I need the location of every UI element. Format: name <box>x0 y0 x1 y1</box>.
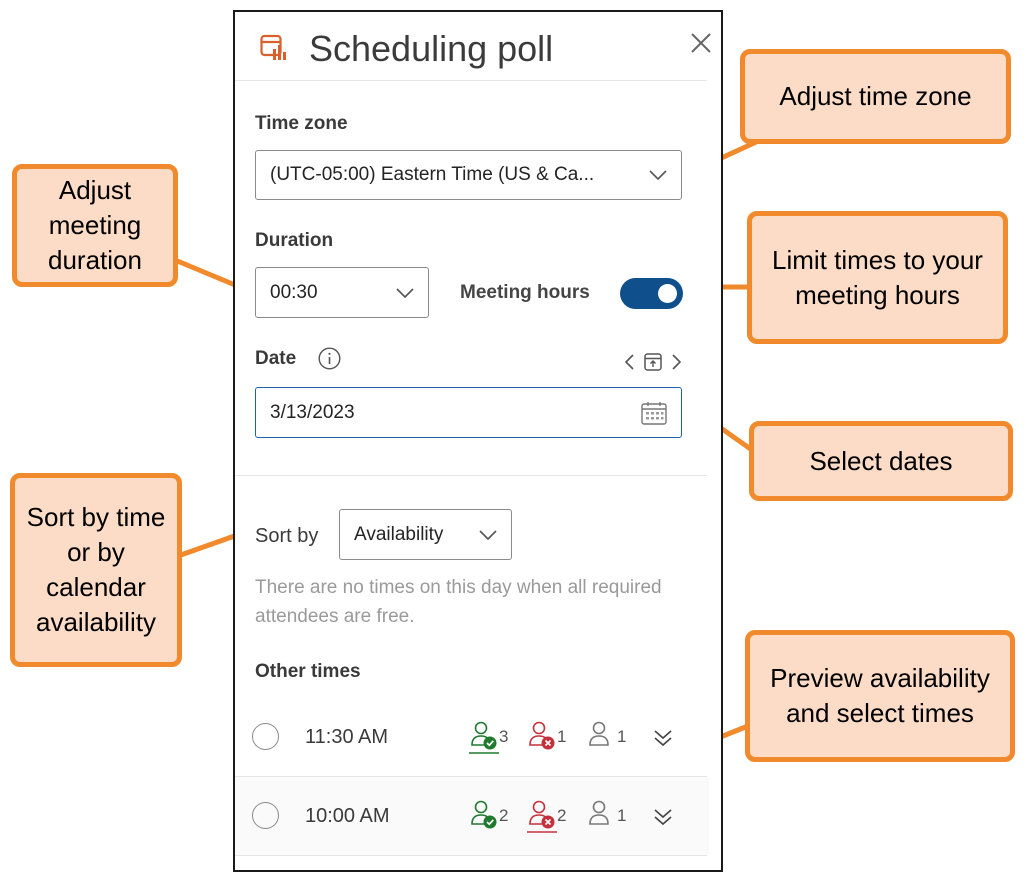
time-option-row[interactable]: 10:00 AM 2 2 1 <box>235 777 709 855</box>
header-divider <box>235 80 707 81</box>
chevron-down-icon <box>479 529 497 540</box>
duration-label: Duration <box>255 230 334 251</box>
date-input[interactable]: 3/13/2023 <box>255 387 682 438</box>
duration-dropdown[interactable]: 00:30 <box>255 267 429 318</box>
close-icon[interactable] <box>690 32 712 54</box>
time-radio[interactable] <box>252 723 279 750</box>
person-available-icon <box>469 721 499 754</box>
unknown-count: 1 <box>587 721 635 755</box>
callout-preview: Preview availability and select times <box>745 630 1015 762</box>
sort-by-label: Sort by <box>255 525 319 547</box>
time-zone-dropdown[interactable]: (UTC-05:00) Eastern Time (US & Ca... <box>255 150 682 200</box>
duration-value: 00:30 <box>270 281 318 303</box>
time-label: 11:30 AM <box>305 726 389 748</box>
chevron-left-icon[interactable] <box>623 353 637 371</box>
double-chevron-down-icon[interactable] <box>653 807 673 827</box>
callout-dates: Select dates <box>749 421 1013 501</box>
date-value: 3/13/2023 <box>270 401 355 423</box>
unavailable-count: 2 <box>527 800 575 834</box>
callout-time-zone: Adjust time zone <box>740 49 1011 144</box>
info-icon[interactable] <box>318 347 341 370</box>
scheduling-poll-panel: Scheduling poll Time zone (UTC-05:00) Ea… <box>233 10 723 872</box>
date-label: Date <box>255 348 297 369</box>
time-option-row[interactable]: 11:30 AM 3 1 1 <box>235 698 709 776</box>
other-times-label: Other times <box>255 661 361 682</box>
double-chevron-down-icon[interactable] <box>653 728 673 748</box>
unknown-number: 1 <box>617 727 627 746</box>
callout-duration: Adjust meeting duration <box>12 164 178 287</box>
chevron-down-icon <box>649 170 667 180</box>
available-count: 3 <box>469 721 517 755</box>
available-count: 2 <box>469 800 517 834</box>
row-divider <box>235 855 707 856</box>
no-times-note: There are no times on this day when all … <box>255 577 662 627</box>
unknown-count: 1 <box>587 800 635 834</box>
unavailable-number: 1 <box>557 727 567 746</box>
toggle-knob <box>658 284 677 303</box>
person-unavailable-icon <box>529 721 555 750</box>
sort-by-dropdown[interactable]: Availability <box>339 509 512 560</box>
calendar-icon[interactable] <box>641 401 667 425</box>
unavailable-count: 1 <box>527 721 575 755</box>
time-label: 10:00 AM <box>305 805 390 827</box>
callout-meeting-hours: Limit times to your meeting hours <box>747 211 1008 344</box>
available-number: 2 <box>499 806 509 825</box>
scheduling-poll-icon <box>260 34 286 60</box>
time-zone-label: Time zone <box>255 113 348 134</box>
unavailable-number: 2 <box>557 806 567 825</box>
person-available-icon <box>471 800 497 829</box>
callout-sort: Sort by time or by calendar availability <box>10 473 182 667</box>
time-zone-value: (UTC-05:00) Eastern Time (US & Ca... <box>270 164 595 185</box>
meeting-hours-label: Meeting hours <box>460 282 590 303</box>
sort-by-value: Availability <box>354 523 444 545</box>
chevron-right-icon[interactable] <box>669 353 683 371</box>
unknown-number: 1 <box>617 806 627 825</box>
section-divider <box>235 475 707 476</box>
panel-title: Scheduling poll <box>309 28 554 69</box>
person-unavailable-icon <box>527 800 557 833</box>
meeting-hours-toggle[interactable] <box>620 278 683 309</box>
available-number: 3 <box>499 727 509 746</box>
time-radio[interactable] <box>252 802 279 829</box>
person-unknown-icon <box>589 800 609 825</box>
person-unknown-icon <box>589 721 609 746</box>
chevron-down-icon <box>396 287 414 298</box>
today-calendar-icon[interactable] <box>643 352 663 372</box>
